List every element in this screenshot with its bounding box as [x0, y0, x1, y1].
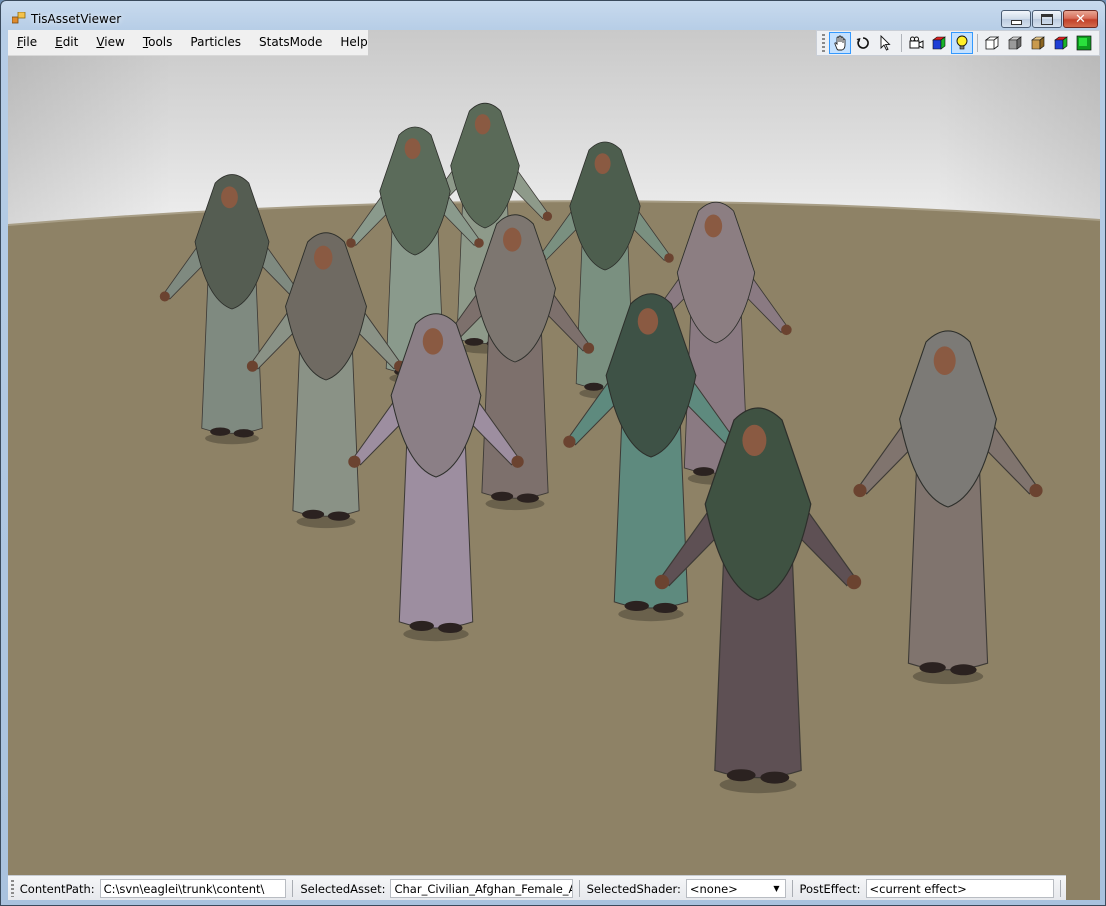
menu-file[interactable]: File — [8, 30, 46, 55]
green-square-icon — [1076, 35, 1092, 51]
menu-view[interactable]: View — [87, 30, 133, 55]
camera-icon — [909, 36, 924, 49]
3d-viewport[interactable] — [8, 30, 1100, 875]
selected-shader-combo[interactable]: <none> ▼ — [685, 879, 786, 898]
selected-shader-label: SelectedShader: — [586, 881, 681, 896]
toolbar-separator — [901, 34, 902, 52]
menu-help[interactable]: Help — [331, 30, 376, 55]
scene-render — [8, 30, 1100, 875]
rotate-icon — [856, 37, 869, 49]
gray-cube-icon — [1008, 36, 1022, 50]
status-bar: ContentPath: C:\svn\eaglei\trunk\content… — [8, 875, 1066, 900]
light-bulb-icon — [956, 35, 968, 50]
rgb-cube-icon — [932, 36, 946, 50]
hand-pan-icon — [834, 35, 846, 51]
content-path-label: ContentPath: — [19, 881, 95, 896]
selected-asset-label: SelectedAsset: — [300, 881, 386, 896]
menu-tools[interactable]: Tools — [134, 30, 182, 55]
close-button[interactable]: ✕ — [1063, 10, 1098, 28]
rgb-cube-button[interactable] — [928, 32, 950, 54]
tan-cube-icon — [1031, 36, 1045, 50]
close-icon: ✕ — [1075, 11, 1086, 27]
select-arrow-icon — [880, 35, 891, 51]
wireframe-button[interactable] — [981, 32, 1003, 54]
status-separator — [1060, 880, 1062, 897]
pan-tool-button[interactable] — [829, 32, 851, 54]
client-area: File Edit View Tools Particles StatsMode… — [8, 30, 1100, 900]
rotate-tool-button[interactable] — [852, 32, 874, 54]
status-grip[interactable] — [11, 880, 14, 897]
textured-button[interactable] — [1027, 32, 1049, 54]
maximize-button[interactable] — [1032, 10, 1062, 28]
content-path-field[interactable]: C:\svn\eaglei\trunk\content\ — [99, 879, 287, 898]
solid-gray-button[interactable] — [1004, 32, 1026, 54]
chevron-down-icon[interactable]: ▼ — [773, 881, 781, 896]
wire-cube-icon — [984, 36, 1000, 50]
light-button[interactable] — [951, 32, 973, 54]
color-cube-button[interactable] — [1050, 32, 1072, 54]
window-title: TisAssetViewer — [31, 12, 122, 26]
menu-bar: File Edit View Tools Particles StatsMode… — [8, 30, 368, 56]
title-bar[interactable]: TisAssetViewer ✕ — [1, 1, 1105, 31]
menu-statsmode[interactable]: StatsMode — [250, 30, 331, 55]
toolbar-separator — [977, 34, 978, 52]
color-cube-icon — [1054, 36, 1068, 50]
selected-asset-field[interactable]: Char_Civilian_Afghan_Female_Adult. — [390, 879, 573, 898]
maximize-icon — [1041, 13, 1053, 25]
status-separator — [791, 880, 793, 897]
toolbar-grip[interactable] — [822, 34, 825, 52]
status-separator — [578, 880, 580, 897]
status-separator — [292, 880, 294, 897]
camera-button[interactable] — [905, 32, 927, 54]
app-window: TisAssetViewer ✕ File Edit View Tools Pa… — [0, 0, 1106, 906]
menu-edit[interactable]: Edit — [46, 30, 87, 55]
minimize-icon — [1010, 19, 1022, 25]
select-tool-button[interactable] — [875, 32, 897, 54]
selected-shader-value: <none> — [689, 882, 738, 896]
green-fill-button[interactable] — [1073, 32, 1095, 54]
view-toolbar — [816, 30, 1100, 56]
post-effect-label: PostEffect: — [799, 881, 861, 896]
app-icon — [12, 12, 26, 24]
menu-particles[interactable]: Particles — [181, 30, 250, 55]
minimize-button[interactable] — [1001, 10, 1031, 28]
post-effect-field[interactable]: <current effect> — [865, 879, 1055, 898]
